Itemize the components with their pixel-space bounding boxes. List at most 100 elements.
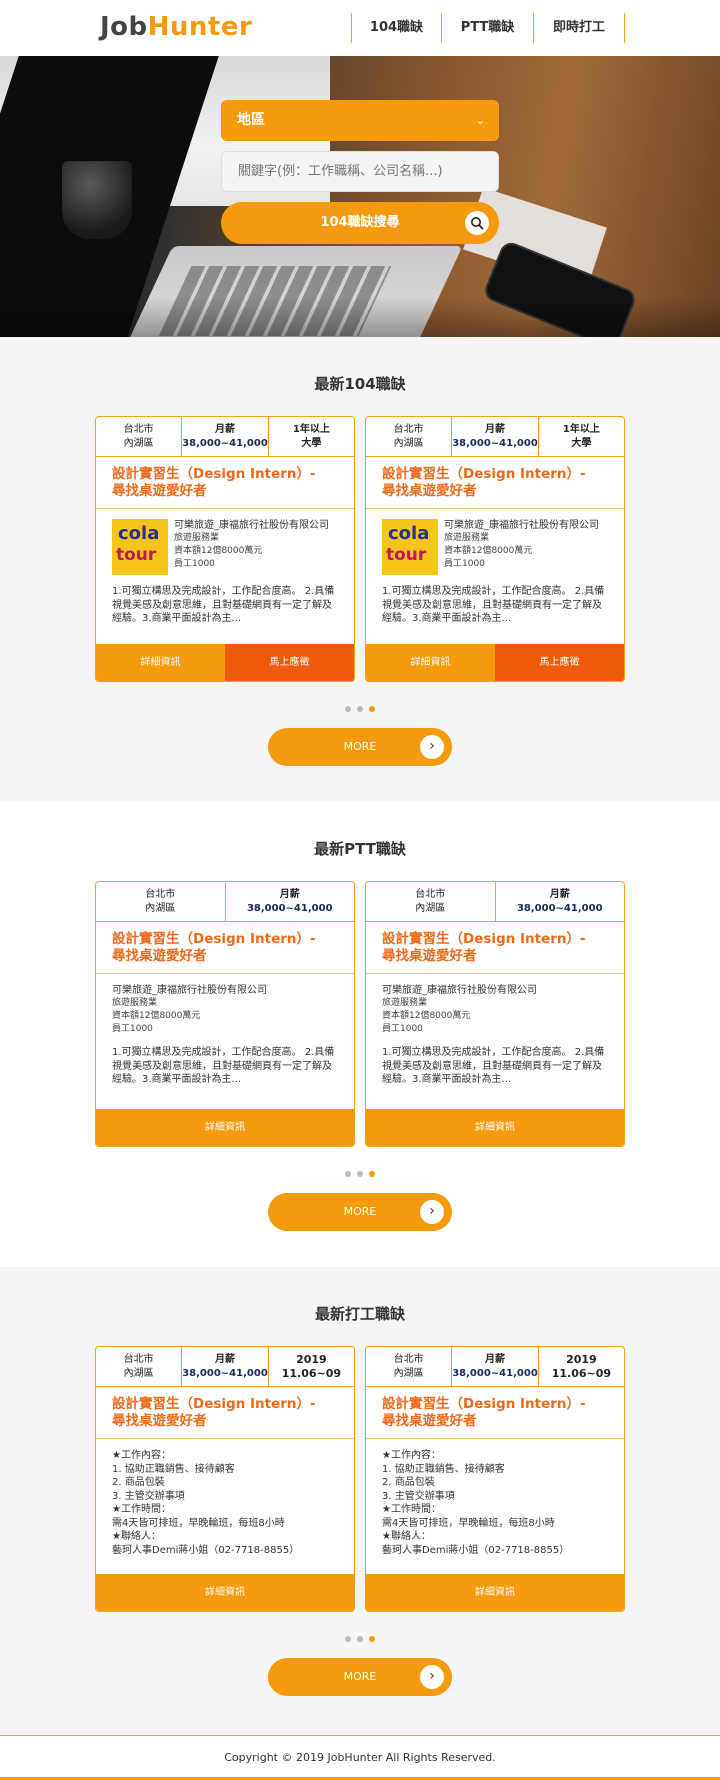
job-info-row: 台北市 內湖區 月薪 38,000~41,000: [366, 882, 624, 922]
company-logo-bottom-text: tour: [116, 545, 157, 565]
nav-ptt-jobs[interactable]: PTT職缺: [441, 13, 533, 43]
salary-label: 月薪: [215, 1353, 235, 1365]
section-104-jobs: 最新104職缺 台北市 內湖區 月薪 38,000~41,000 1年以上 大學…: [0, 337, 720, 802]
company-details: 可樂旅遊_康福旅行社股份有限公司 旅遊服務業 資本額12億8000萬元 員工10…: [174, 519, 329, 575]
company-info: cola tour 可樂旅遊_康福旅行社股份有限公司 旅遊服務業 資本額12億8…: [96, 509, 354, 575]
detail-button[interactable]: 詳細資訊: [366, 644, 495, 681]
requirement-cell: 1年以上 大學: [269, 417, 354, 456]
requirement-cell: 1年以上 大學: [539, 417, 624, 456]
year: 2019: [296, 1352, 327, 1366]
location-cell: 台北市 內湖區: [366, 1347, 453, 1386]
salary-label: 月薪: [549, 888, 570, 900]
apply-button[interactable]: 馬上應徵: [495, 644, 624, 681]
company-details: 可樂旅遊_康福旅行社股份有限公司 旅遊服務業 資本額12億8000萬元 員工10…: [96, 974, 354, 1036]
detail-button[interactable]: 詳細資訊: [96, 1574, 354, 1611]
card-actions: 詳細資訊: [366, 1574, 624, 1611]
district: 內湖區: [415, 902, 446, 914]
job-title[interactable]: 設計實習生（Design Intern）- 尋找桌遊愛好者: [96, 457, 354, 509]
company-logo-top-text: cola: [118, 523, 160, 544]
nav-104-jobs[interactable]: 104職缺: [351, 13, 441, 43]
more-button[interactable]: MORE ›: [268, 728, 452, 766]
job-title[interactable]: 設計實習生（Design Intern）- 尋找桌遊愛好者: [96, 1387, 354, 1439]
job-title[interactable]: 設計實習生（Design Intern）- 尋找桌遊愛好者: [96, 922, 354, 974]
keyword-input[interactable]: [221, 151, 499, 192]
more-button[interactable]: MORE ›: [268, 1658, 452, 1696]
experience: 1年以上: [292, 423, 330, 435]
salary-range: 38,000~41,000: [452, 1367, 538, 1379]
detail-button[interactable]: 詳細資訊: [96, 644, 225, 681]
arrow-right-icon: ›: [420, 735, 444, 759]
main-nav: 104職缺 PTT職缺 即時打工: [351, 13, 625, 43]
job-title-line1: 設計實習生（Design Intern）-: [382, 466, 586, 482]
job-title-line2: 尋找桌遊愛好者: [382, 483, 477, 499]
company-info: cola tour 可樂旅遊_康福旅行社股份有限公司 旅遊服務業 資本額12億8…: [366, 509, 624, 575]
chevron-down-icon: ⌄: [475, 114, 485, 127]
job-title-line1: 設計實習生（Design Intern）-: [112, 466, 316, 482]
job-title-line1: 設計實習生（Design Intern）-: [382, 1396, 586, 1412]
company-name: 可樂旅遊_康福旅行社股份有限公司: [174, 520, 329, 531]
job-title-line1: 設計實習生（Design Intern）-: [112, 1396, 316, 1412]
more-button-label: MORE: [343, 740, 377, 753]
carousel-dots: [0, 1162, 720, 1177]
carousel-dot[interactable]: [345, 1171, 351, 1177]
arrow-right-icon: ›: [420, 1200, 444, 1224]
carousel-dot-active[interactable]: [369, 1636, 375, 1642]
detail-button[interactable]: 詳細資訊: [96, 1109, 354, 1146]
company-employees: 員工1000: [382, 1024, 423, 1034]
salary-cell: 月薪 38,000~41,000: [226, 882, 355, 921]
detail-button[interactable]: 詳細資訊: [366, 1109, 624, 1146]
job-card: 台北市 內湖區 月薪 38,000~41,000 2019 11.06~09 設…: [365, 1346, 625, 1612]
job-card: 台北市 內湖區 月薪 38,000~41,000 設計實習生（Design In…: [95, 881, 355, 1147]
carousel-dot-active[interactable]: [369, 706, 375, 712]
more-button[interactable]: MORE ›: [268, 1193, 452, 1231]
city: 台北市: [123, 1353, 154, 1365]
company-details: 可樂旅遊_康福旅行社股份有限公司 旅遊服務業 資本額12億8000萬元 員工10…: [444, 519, 599, 575]
company-employees: 員工1000: [444, 559, 485, 569]
detail-button[interactable]: 詳細資訊: [366, 1574, 624, 1611]
location-cell: 台北市 內湖區: [366, 882, 496, 921]
salary-label: 月薪: [485, 1353, 505, 1365]
job-description: 1.可獨立構思及完成設計，工作配合度高。 2.具備視覺美感及創意思維，且對基礎網…: [112, 1047, 335, 1085]
carousel-dot[interactable]: [357, 1636, 363, 1642]
job-description: 1.可獨立構思及完成設計，工作配合度高。 2.具備視覺美感及創意思維，且對基礎網…: [112, 586, 335, 624]
job-description: 1.可獨立構思及完成設計，工作配合度高。 2.具備視覺美感及創意思維，且對基礎網…: [382, 1047, 605, 1085]
site-logo[interactable]: JobHunter: [100, 12, 252, 42]
search-icon: [465, 211, 489, 235]
salary-range: 38,000~41,000: [516, 902, 603, 914]
card-actions: 詳細資訊 馬上應徵: [96, 644, 354, 681]
company-employees: 員工1000: [112, 1024, 153, 1034]
carousel-dot[interactable]: [345, 1636, 351, 1642]
job-details: ★工作內容： 1. 協助正職銷售、接待顧客 2. 商品包裝 3. 主管交辦事項 …: [382, 1450, 570, 1556]
carousel-dot-active[interactable]: [369, 1171, 375, 1177]
date-cell: 2019 11.06~09: [269, 1347, 354, 1386]
job-title[interactable]: 設計實習生（Design Intern）- 尋找桌遊愛好者: [366, 1387, 624, 1439]
job-title[interactable]: 設計實習生（Design Intern）- 尋找桌遊愛好者: [366, 922, 624, 974]
carousel-dot[interactable]: [357, 1171, 363, 1177]
copyright-text: Copyright © 2019 JobHunter All Rights Re…: [224, 1751, 496, 1764]
job-title-line2: 尋找桌遊愛好者: [382, 948, 477, 964]
education: 大學: [571, 437, 592, 449]
job-card: 台北市 內湖區 月薪 38,000~41,000 1年以上 大學 設計實習生（D…: [365, 416, 625, 682]
section-title: 最新PTT職缺: [314, 840, 406, 858]
carousel-dot[interactable]: [357, 706, 363, 712]
card-actions: 詳細資訊: [96, 1109, 354, 1146]
hero-shade: [0, 297, 720, 337]
region-select[interactable]: 地區 ⌄: [221, 100, 499, 141]
job-info-row: 台北市 內湖區 月薪 38,000~41,000: [96, 882, 354, 922]
job-title[interactable]: 設計實習生（Design Intern）- 尋找桌遊愛好者: [366, 457, 624, 509]
carousel-dot[interactable]: [345, 706, 351, 712]
region-select-label: 地區: [237, 112, 265, 128]
apply-button[interactable]: 馬上應徵: [225, 644, 354, 681]
job-title-line2: 尋找桌遊愛好者: [112, 1413, 207, 1429]
search-button[interactable]: 104職缺搜尋: [221, 202, 499, 244]
company-logo: cola tour: [112, 519, 168, 575]
location-cell: 台北市 內湖區: [366, 417, 453, 456]
nav-parttime-jobs[interactable]: 即時打工: [533, 13, 625, 43]
mug-image: [62, 161, 132, 239]
company-capital: 資本額12億8000萬元: [382, 1011, 471, 1021]
job-description: 1.可獨立構思及完成設計，工作配合度高。 2.具備視覺美感及創意思維，且對基礎網…: [382, 586, 605, 624]
city: 台北市: [123, 423, 154, 435]
job-card: 台北市 內湖區 月薪 38,000~41,000 2019 11.06~09 設…: [95, 1346, 355, 1612]
company-industry: 旅遊服務業: [444, 533, 490, 543]
section-parttime-jobs: 最新打工職缺 台北市 內湖區 月薪 38,000~41,000 2019 11.…: [0, 1267, 720, 1735]
